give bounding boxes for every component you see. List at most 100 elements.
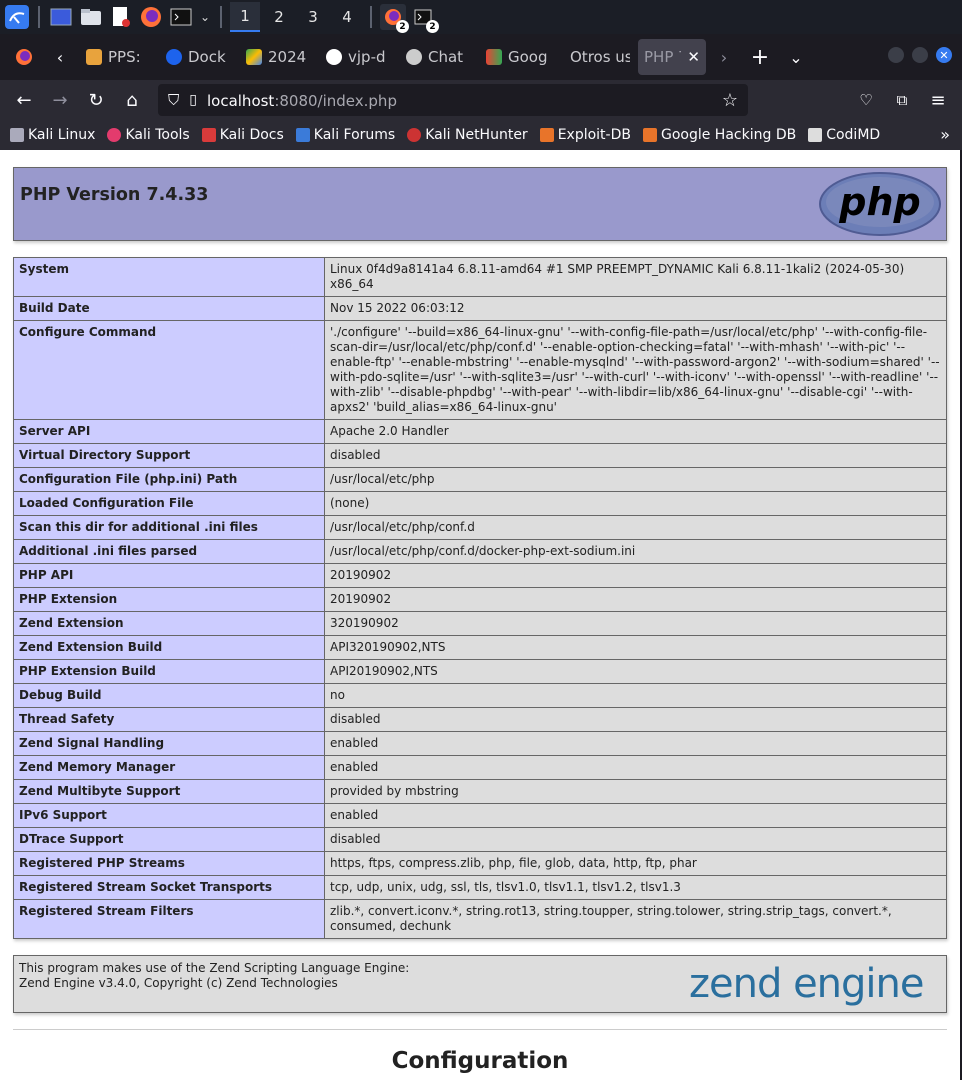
page-title: PHP Version 7.4.33 <box>20 185 209 205</box>
phpinfo-container: PHP Version 7.4.33 php System Linux 0f4d9… <box>13 167 947 1074</box>
table-row: Thread Safety disabled <box>13 707 947 732</box>
file-manager-icon[interactable] <box>78 4 104 30</box>
tab-favicon-icon <box>406 49 422 65</box>
setting-value: provided by mbstring <box>324 779 947 804</box>
setting-name: Scan this dir for additional .ini files <box>13 515 325 540</box>
close-window-icon[interactable]: ✕ <box>936 47 952 63</box>
setting-value: './configure' '--build=x86_64-linux-gnu'… <box>324 320 947 420</box>
home-icon[interactable]: ⌂ <box>116 84 148 116</box>
text-editor-icon[interactable] <box>108 4 134 30</box>
bookmark-item[interactable]: Kali Linux <box>6 127 99 143</box>
new-tab-icon[interactable]: + <box>742 39 778 75</box>
setting-name: DTrace Support <box>13 827 325 852</box>
bookmark-item[interactable]: Kali Docs <box>198 127 288 143</box>
forward-icon[interactable]: → <box>44 84 76 116</box>
table-row: Registered Stream Socket Transports tcp, … <box>13 875 947 900</box>
bookmark-item[interactable]: Kali Tools <box>103 127 193 143</box>
browser-tab[interactable]: Goog <box>478 39 558 75</box>
bookmark-item[interactable]: Kali Forums <box>292 127 399 143</box>
browser-tab[interactable]: vjp-d <box>318 39 398 75</box>
workspace-1[interactable]: 1 <box>230 2 260 32</box>
browser-tab-active[interactable]: PHP 7 ✕ <box>638 39 706 75</box>
shield-icon[interactable]: ⛉ <box>168 91 179 109</box>
firefox-view-icon[interactable] <box>6 39 42 75</box>
back-icon[interactable]: ← <box>8 84 40 116</box>
browser-tab[interactable]: Chat <box>398 39 478 75</box>
firefox-window-icon[interactable]: 2 <box>380 4 409 33</box>
setting-name: Zend Extension Build <box>13 635 325 660</box>
bookmark-label: Kali Linux <box>28 127 96 143</box>
setting-value: disabled <box>324 827 947 852</box>
url-bar[interactable]: ⛉ ▯ localhost:8080/index.php ☆ <box>158 84 748 116</box>
table-row: Configure Command './configure' '--build=… <box>13 320 947 420</box>
url-host: localhost <box>206 91 275 110</box>
table-row: PHP Extension Build API20190902,NTS <box>13 659 947 684</box>
setting-name: Zend Memory Manager <box>13 755 325 780</box>
workspace-2[interactable]: 2 <box>264 2 294 32</box>
ghdb-icon <box>642 128 657 142</box>
setting-name: System <box>13 257 325 297</box>
taskbar-separator <box>220 6 222 28</box>
setting-name: Thread Safety <box>13 707 325 732</box>
setting-name: Configure Command <box>13 320 325 420</box>
taskbar-separator <box>38 6 40 28</box>
bookmark-item[interactable]: Kali NetHunter <box>403 127 531 143</box>
zend-logo-text: zend engine <box>689 961 924 1007</box>
table-row: IPv6 Support enabled <box>13 803 947 828</box>
tabs-scroll-right-icon[interactable]: › <box>706 39 742 75</box>
terminal-launcher-icon[interactable] <box>168 4 194 30</box>
tab-label: vjp-d <box>348 48 386 66</box>
bookmark-star-icon[interactable]: ☆ <box>722 90 738 111</box>
bookmark-item[interactable]: Exploit-DB <box>536 127 635 143</box>
setting-value: tcp, udp, unix, udg, ssl, tls, tlsv1.0, … <box>324 875 947 900</box>
show-desktop-icon[interactable] <box>48 4 74 30</box>
minimize-icon[interactable] <box>888 47 904 63</box>
browser-tab[interactable]: Otros us <box>558 39 638 75</box>
browser-tab[interactable]: 2024 <box>238 39 318 75</box>
more-bookmarks-icon[interactable]: » <box>940 125 950 144</box>
bookmark-item[interactable]: Google Hacking DB <box>639 127 800 143</box>
reload-icon[interactable]: ↻ <box>80 84 112 116</box>
firefox-launcher-icon[interactable] <box>138 4 164 30</box>
close-tab-icon[interactable]: ✕ <box>687 48 700 66</box>
page-info-icon[interactable]: ▯ <box>189 92 197 108</box>
phpinfo-header: PHP Version 7.4.33 php <box>13 167 947 241</box>
desktop-taskbar: ⌄ 1 2 3 4 2 2 <box>0 0 962 34</box>
terminal-window-icon[interactable]: 2 <box>410 4 439 33</box>
menu-icon[interactable]: ≡ <box>922 84 954 116</box>
table-row: Configuration File (php.ini) Path/usr/lo… <box>13 467 947 492</box>
browser-tab[interactable]: PPS: <box>78 39 158 75</box>
workspace-4[interactable]: 4 <box>332 2 362 32</box>
table-row: Zend Signal Handling enabled <box>13 731 947 756</box>
table-row: Additional .ini files parsed/usr/local/e… <box>13 539 947 564</box>
setting-name: Debug Build <box>13 683 325 708</box>
table-row: Registered Stream Filters zlib.*, convert… <box>13 899 947 939</box>
tabs-scroll-left-icon[interactable]: ‹ <box>42 39 78 75</box>
bookmark-label: Exploit-DB <box>557 127 631 143</box>
workspace-3[interactable]: 3 <box>298 2 328 32</box>
maximize-icon[interactable] <box>912 47 928 63</box>
exploit-db-icon <box>539 128 554 142</box>
bookmark-item[interactable]: CodiMD <box>804 127 884 143</box>
tab-label: 2024 <box>268 48 307 66</box>
tab-label: Chat <box>428 48 464 66</box>
pocket-icon[interactable]: ♡ <box>850 84 882 116</box>
list-all-tabs-icon[interactable]: ⌄ <box>778 39 814 75</box>
browser-tab[interactable]: Dock <box>158 39 238 75</box>
table-row: System Linux 0f4d9a8141a4 6.8.11-amd64 #1… <box>13 257 947 297</box>
setting-name: Loaded Configuration File <box>13 491 325 516</box>
setting-value: enabled <box>324 731 947 756</box>
php-logo-icon: php <box>819 172 941 236</box>
bookmark-label: CodiMD <box>826 127 881 143</box>
toolbar-right: ♡ ⧉ ≡ <box>850 84 954 116</box>
navigation-toolbar: ← → ↻ ⌂ ⛉ ▯ localhost:8080/index.php ☆ ♡… <box>0 80 962 120</box>
bookmarks-toolbar: Kali Linux Kali Tools Kali Docs Kali For… <box>0 120 962 150</box>
kali-menu-icon[interactable] <box>4 4 30 30</box>
setting-value: https, ftps, compress.zlib, php, file, g… <box>324 851 947 876</box>
kali-docs-icon <box>201 128 216 142</box>
bookmark-label: Google Hacking DB <box>660 127 797 143</box>
chevron-down-icon[interactable]: ⌄ <box>198 4 212 30</box>
extensions-icon[interactable]: ⧉ <box>886 84 918 116</box>
table-row: Debug Build no <box>13 683 947 708</box>
setting-value: 20190902 <box>324 563 947 588</box>
